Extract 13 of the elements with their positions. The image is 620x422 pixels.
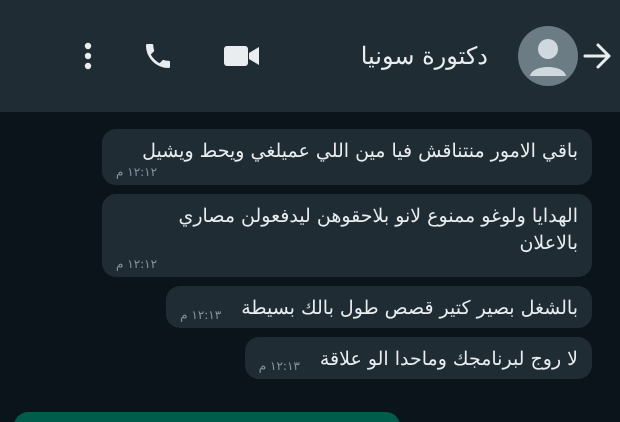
message-time: ١٢:١٢ م <box>116 257 158 271</box>
message-text: لا روج لبرنامجك وماحدا الو علاقة <box>320 347 578 372</box>
message-text: الهدايا ولوغو ممنوع لانو بلاحقوهن ليدفعولن مصاري بالاعلان <box>178 204 578 256</box>
message-time: ١٢:١٣ م <box>180 308 222 322</box>
avatar-icon[interactable] <box>518 26 578 86</box>
message-text: باقي الامور منتناقش فيا مين اللي عميلغي ويحط ويشيل <box>142 139 578 164</box>
message-time: ١٢:١٢ م <box>116 165 158 179</box>
back-arrow-icon[interactable] <box>582 41 612 71</box>
contact-name[interactable]: دكتورة سونيا <box>360 42 488 70</box>
video-call-icon[interactable] <box>224 44 260 68</box>
message-time: ١٢:١٣ م <box>258 359 301 373</box>
more-options-icon[interactable] <box>84 42 92 70</box>
message-text: بالشغل بصير كتير قصص طول بالك بسيطة <box>241 296 578 321</box>
